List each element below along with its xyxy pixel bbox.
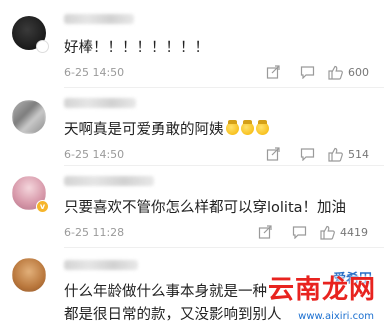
comment-actions: 600 [266,65,376,81]
like-count: 514 [348,148,369,161]
like-count: 4419 [340,226,368,239]
username-blurred[interactable] [64,176,154,186]
like-icon[interactable] [328,147,343,162]
comment-text: 好棒！！！！！！！！ [64,40,209,56]
comment-icon[interactable] [300,65,315,79]
comment-item: 好棒！！！！！！！！ 6-25 14:50 600 [0,0,384,88]
emoji-icon [240,120,254,135]
comment-time: 6-25 14:50 [64,148,125,161]
like-icon[interactable] [328,65,343,80]
comment-actions: 4419 [258,225,376,241]
comment-text-line1: 什么年龄做什么事本身就是一种 [64,284,267,300]
emoji-icon [225,120,239,135]
like-count: 600 [348,66,369,79]
watermark-site: www.aixiri.com [298,311,374,322]
avatar[interactable] [12,258,46,292]
comment-item: 天啊真是可爱勇敢的阿姨 6-25 14:50 514 [0,88,384,166]
like-icon[interactable] [320,225,335,240]
share-icon[interactable] [266,147,280,161]
avatar[interactable] [12,100,46,134]
comment-item: v 只要喜欢不管你怎么样都可以穿lolita！加油 6-25 11:28 441… [0,166,384,248]
comment-actions: 514 [266,147,376,163]
username-blurred[interactable] [64,98,136,108]
verified-badge-icon: v [36,200,49,213]
share-icon[interactable] [258,225,272,239]
username-blurred[interactable] [64,14,134,24]
comment-text: 天啊真是可爱勇敢的阿姨 [64,118,269,139]
share-icon[interactable] [266,65,280,79]
watermark-brand: 云南龙网 [267,275,376,305]
watermark: 爱希田 云南龙网 www.aixiri.com [244,268,380,324]
emoji-icon [255,120,269,135]
comment-text-body: 天啊真是可爱勇敢的阿姨 [64,122,224,138]
comment-icon[interactable] [292,225,307,239]
comment-time: 6-25 14:50 [64,66,125,79]
comment-icon[interactable] [300,147,315,161]
comment-time: 6-25 11:28 [64,226,125,239]
username-blurred[interactable] [64,260,138,270]
verified-badge-icon [36,40,49,53]
comment-text: 只要喜欢不管你怎么样都可以穿lolita！加油 [64,200,347,216]
